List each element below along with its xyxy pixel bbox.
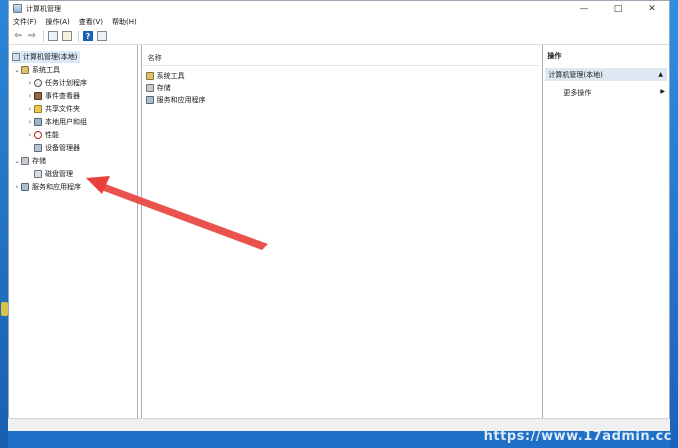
computer-management-window: 计算机管理 — □ ✕ 文件(F) 操作(A) 查看(V) 帮助(H) ⇦ ⇨ …	[8, 0, 670, 430]
tree-label: 本地用户和组	[45, 118, 87, 126]
list-item-label: 存储	[156, 83, 171, 92]
collapse-toggle-icon[interactable]: ›	[26, 79, 34, 87]
tree-label: 存储	[32, 157, 46, 165]
menu-bar: 文件(F) 操作(A) 查看(V) 帮助(H)	[9, 16, 669, 28]
list-item-label: 系统工具	[156, 71, 185, 80]
menu-view[interactable]: 查看(V)	[79, 17, 103, 27]
desktop-shortcut-icon[interactable]	[1, 302, 8, 316]
tree-label: 服务和应用程序	[32, 183, 81, 191]
clock-icon	[34, 79, 42, 87]
actions-section-computer-management[interactable]: 计算机管理(本地) ▲	[545, 68, 667, 81]
back-arrow-icon[interactable]: ⇦	[12, 30, 24, 42]
window-title: 计算机管理	[26, 4, 61, 13]
tree-label: 系统工具	[32, 66, 60, 74]
actions-pane: 操作 计算机管理(本地) ▲ 更多操作 ▶	[542, 45, 669, 425]
expand-toggle-icon[interactable]: ⌄	[13, 157, 21, 165]
tree-label: 事件查看器	[45, 92, 80, 100]
toolbar-separator	[78, 30, 79, 42]
list-item-label: 服务和应用程序	[156, 95, 206, 104]
tree-item-storage[interactable]: ⌄ 存储	[13, 155, 46, 167]
minimize-button[interactable]: —	[567, 1, 601, 16]
tree-item-disk-management[interactable]: 磁盘管理	[34, 168, 73, 180]
more-actions-label: 更多操作	[563, 89, 592, 97]
more-actions-item[interactable]: 更多操作 ▶	[563, 88, 665, 98]
performance-icon	[34, 131, 42, 139]
computer-icon	[12, 53, 20, 61]
toolbar-separator	[43, 30, 44, 42]
tree-item-task-scheduler[interactable]: › 任务计划程序	[26, 77, 87, 89]
expand-toggle-icon[interactable]: ⌄	[13, 66, 21, 74]
tree-label: 共享文件夹	[45, 105, 80, 113]
header-divider	[141, 65, 541, 66]
column-header-name[interactable]: 名称	[148, 53, 162, 63]
tree-item-shared-folders[interactable]: › 共享文件夹	[26, 103, 80, 115]
menu-file[interactable]: 文件(F)	[13, 17, 37, 27]
help-button[interactable]: ?	[82, 30, 94, 42]
tree-item-computer-management[interactable]: 计算机管理(本地)	[12, 51, 81, 63]
services-icon	[21, 183, 29, 191]
tree-item-event-viewer[interactable]: › 事件查看器	[26, 90, 80, 102]
watermark-text: https://www.17admin.cc	[483, 429, 672, 444]
collapse-toggle-icon[interactable]: ›	[26, 131, 34, 139]
menu-help[interactable]: 帮助(H)	[112, 17, 137, 27]
content-panes: 计算机管理(本地) ⌄ 系统工具 › 任务计划程序 › 事件查看器 › 共享文件	[9, 45, 669, 425]
list-item-services-applications[interactable]: 服务和应用程序	[145, 94, 206, 105]
tree-label: 设备管理器	[45, 144, 80, 152]
collapse-toggle-icon[interactable]: ›	[26, 105, 34, 113]
tree-item-device-manager[interactable]: 设备管理器	[34, 142, 80, 154]
results-list: 名称 系统工具 存储 服务和应用程序	[140, 45, 541, 425]
collapse-up-icon[interactable]: ▲	[658, 71, 663, 78]
console-tree: 计算机管理(本地) ⌄ 系统工具 › 任务计划程序 › 事件查看器 › 共享文件	[9, 45, 138, 425]
title-bar[interactable]: 计算机管理 — □ ✕	[9, 1, 669, 16]
tree-label: 磁盘管理	[45, 170, 73, 178]
show-hide-console-tree-button[interactable]	[47, 30, 59, 42]
tree-item-services-applications[interactable]: › 服务和应用程序	[13, 181, 81, 193]
tree-label: 计算机管理(本地)	[23, 53, 78, 61]
section-label: 计算机管理(本地)	[548, 70, 603, 79]
desktop-background-right	[670, 0, 678, 448]
action-pane-icon	[97, 31, 107, 41]
desktop-background	[0, 0, 8, 448]
forward-arrow-icon[interactable]: ⇨	[26, 30, 38, 42]
tree-item-system-tools[interactable]: ⌄ 系统工具	[13, 64, 60, 76]
console-tree-icon	[48, 31, 58, 41]
collapse-toggle-icon[interactable]: ›	[26, 92, 34, 100]
tree-item-performance[interactable]: › 性能	[26, 129, 59, 141]
tree-label: 任务计划程序	[45, 79, 87, 87]
actions-title: 操作	[547, 52, 562, 60]
computer-management-icon	[13, 4, 22, 13]
users-icon	[34, 118, 42, 126]
storage-icon	[145, 83, 154, 92]
list-item-storage[interactable]: 存储	[145, 82, 171, 93]
export-list-icon	[62, 31, 72, 41]
submenu-arrow-icon: ▶	[660, 88, 665, 95]
tools-icon	[21, 66, 29, 74]
device-manager-icon	[34, 144, 42, 152]
maximize-button[interactable]: □	[601, 1, 635, 16]
help-icon: ?	[83, 31, 93, 41]
show-hide-action-pane-button[interactable]	[96, 30, 108, 42]
tools-icon	[145, 71, 154, 80]
list-item-system-tools[interactable]: 系统工具	[145, 70, 185, 81]
tree-label: 性能	[45, 131, 59, 139]
disk-management-icon	[34, 170, 42, 178]
close-button[interactable]: ✕	[635, 1, 669, 16]
toolbar: ⇦ ⇨ ?	[9, 28, 669, 45]
storage-icon	[21, 157, 29, 165]
services-icon	[145, 95, 154, 104]
shared-folder-icon	[34, 105, 42, 113]
export-list-button[interactable]	[61, 30, 73, 42]
menu-action[interactable]: 操作(A)	[46, 17, 70, 27]
collapse-toggle-icon[interactable]: ›	[26, 118, 34, 126]
event-viewer-icon	[34, 92, 42, 100]
tree-item-local-users-groups[interactable]: › 本地用户和组	[26, 116, 87, 128]
collapse-toggle-icon[interactable]: ›	[13, 183, 21, 191]
